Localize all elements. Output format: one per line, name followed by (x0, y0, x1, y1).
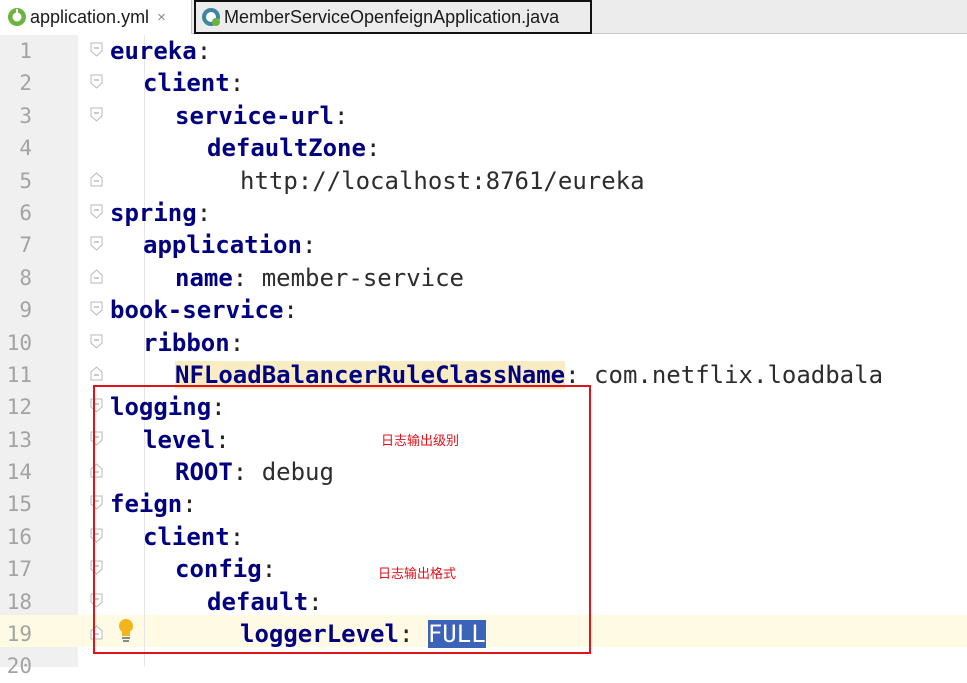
line-number: 20 (6, 654, 32, 679)
line-number: 14 (6, 460, 32, 485)
java-class-icon (202, 8, 220, 26)
fold-close-icon[interactable] (90, 269, 103, 284)
spring-leaf-icon (8, 8, 26, 26)
line-number: 16 (6, 524, 32, 549)
tab-label: application.yml (30, 6, 150, 27)
fold-open-icon[interactable] (90, 236, 103, 252)
code-line[interactable]: 5 http://localhost:8761/eureka (0, 165, 967, 197)
annotation-log-level: 日志输出级别 (381, 434, 460, 449)
line-number: 12 (6, 395, 32, 420)
line-number: 7 (19, 233, 32, 258)
line-number: 2 (19, 71, 32, 96)
code-text: spring: (110, 198, 212, 227)
code-text: http://localhost:8761/eureka (240, 166, 645, 195)
fold-open-icon[interactable] (90, 74, 103, 90)
code-text: name: member-service (175, 263, 464, 292)
code-text: book-service: (110, 296, 298, 325)
fold-open-icon[interactable] (90, 334, 103, 349)
tab-label: MemberServiceOpenfeignApplication.java (224, 6, 560, 27)
code-text: eureka: (110, 37, 212, 65)
line-number: 9 (19, 298, 32, 323)
code-line[interactable]: 4 defaultZone: (0, 132, 967, 164)
line-number: 1 (19, 39, 32, 63)
code-line[interactable]: 10 ribbon: (0, 327, 967, 359)
code-text: application: (143, 231, 317, 260)
code-line[interactable]: 3 service-url: (0, 100, 967, 132)
code-text: client: (143, 69, 245, 98)
code-line[interactable]: 8 name: member-service (0, 262, 967, 294)
fold-open-icon[interactable] (90, 107, 103, 122)
code-line[interactable]: 6 spring: (0, 197, 967, 229)
annotation-log-format: 日志输出格式 (378, 567, 457, 582)
fold-open-icon[interactable] (90, 301, 103, 316)
tab-member-service-openfeign-application[interactable]: MemberServiceOpenfeignApplication.java (194, 0, 592, 34)
close-icon[interactable]: × (157, 9, 166, 26)
code-text: ribbon: (143, 328, 245, 357)
line-number: 10 (6, 330, 32, 355)
code-text: service-url: (175, 101, 349, 130)
tab-application-yml[interactable]: application.yml × (0, 0, 192, 34)
code-text: defaultZone: (207, 134, 381, 163)
line-number: 3 (19, 103, 32, 128)
editor-tab-bar: application.yml × MemberServiceOpenfeign… (0, 0, 967, 34)
fold-open-icon[interactable] (90, 204, 103, 219)
code-line[interactable]: 9 book-service: (0, 294, 967, 326)
code-line[interactable]: 1 eureka: (0, 35, 967, 67)
fold-close-icon[interactable] (90, 366, 103, 381)
code-line[interactable]: 2 client: (0, 67, 967, 99)
fold-close-icon[interactable] (90, 171, 103, 187)
code-line[interactable]: 7 application: (0, 229, 967, 261)
line-number: 11 (6, 362, 32, 387)
line-number: 18 (6, 589, 32, 614)
line-number: 4 (19, 136, 32, 161)
line-number: 19 (6, 622, 32, 647)
line-number: 15 (6, 492, 32, 517)
line-number: 17 (6, 557, 32, 582)
highlight-box (93, 385, 591, 654)
fold-open-icon[interactable] (90, 42, 103, 57)
line-number: 13 (6, 427, 32, 452)
line-number: 5 (19, 168, 32, 193)
line-number: 6 (19, 200, 32, 225)
line-number: 8 (19, 265, 32, 290)
